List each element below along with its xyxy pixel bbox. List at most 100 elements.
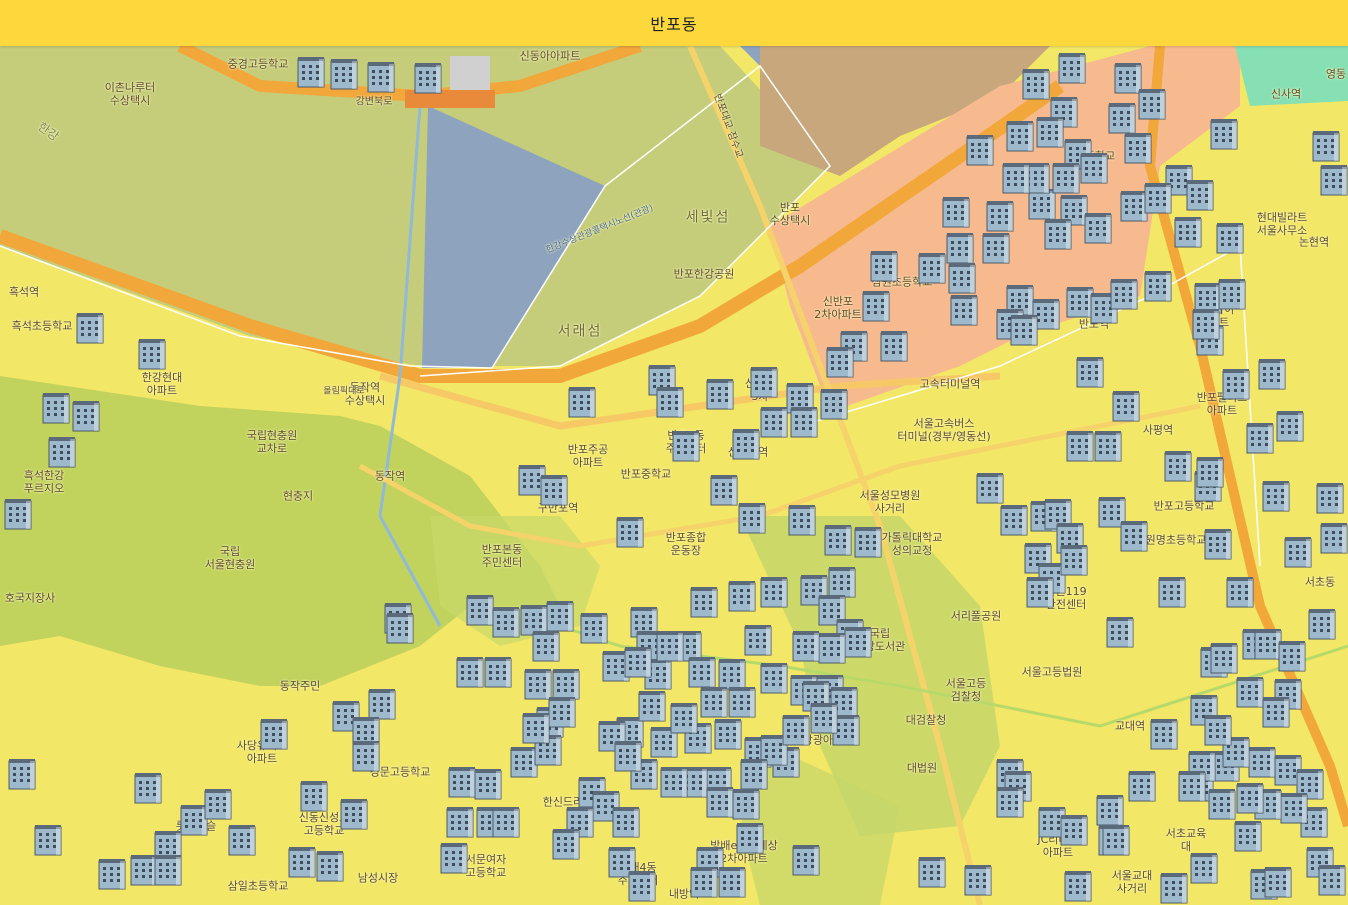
apartment-building-icon[interactable] [1320,522,1348,554]
apartment-building-icon[interactable] [1190,852,1218,884]
apartment-building-icon[interactable] [732,788,760,820]
apartment-building-icon[interactable] [638,690,666,722]
apartment-building-icon[interactable] [706,786,734,818]
apartment-building-icon[interactable] [204,788,232,820]
apartment-building-icon[interactable] [1216,222,1244,254]
apartment-building-icon[interactable] [300,780,328,812]
apartment-building-icon[interactable] [732,428,760,460]
apartment-building-icon[interactable] [624,646,652,678]
apartment-building-icon[interactable] [568,386,596,418]
apartment-building-icon[interactable] [1000,504,1028,536]
apartment-building-icon[interactable] [728,580,756,612]
apartment-building-icon[interactable] [1222,368,1250,400]
apartment-building-icon[interactable] [1164,450,1192,482]
apartment-building-icon[interactable] [580,612,608,644]
apartment-building-icon[interactable] [48,436,76,468]
apartment-building-icon[interactable] [1236,782,1264,814]
apartment-building-icon[interactable] [260,718,288,750]
apartment-building-icon[interactable] [788,504,816,536]
apartment-building-icon[interactable] [820,388,848,420]
apartment-building-icon[interactable] [1096,794,1124,826]
apartment-building-icon[interactable] [1138,88,1166,120]
apartment-building-icon[interactable] [718,866,746,898]
apartment-building-icon[interactable] [1276,410,1304,442]
apartment-building-icon[interactable] [440,842,468,874]
apartment-building-icon[interactable] [1196,456,1224,488]
apartment-building-icon[interactable] [297,56,325,88]
apartment-building-icon[interactable] [736,822,764,854]
apartment-building-icon[interactable] [1052,162,1080,194]
apartment-building-icon[interactable] [942,196,970,228]
apartment-building-icon[interactable] [1128,770,1156,802]
apartment-building-icon[interactable] [760,406,788,438]
apartment-building-icon[interactable] [288,846,316,878]
apartment-building-icon[interactable] [76,312,104,344]
apartment-building-icon[interactable] [950,294,978,326]
apartment-building-icon[interactable] [1144,182,1172,214]
apartment-building-icon[interactable] [552,828,580,860]
apartment-building-icon[interactable] [367,61,395,93]
apartment-building-icon[interactable] [740,758,768,790]
apartment-building-icon[interactable] [546,600,574,632]
apartment-building-icon[interactable] [386,612,414,644]
apartment-building-icon[interactable] [918,856,946,888]
apartment-building-icon[interactable] [1002,162,1030,194]
apartment-building-icon[interactable] [614,740,642,772]
apartment-building-icon[interactable] [1084,212,1112,244]
apartment-building-icon[interactable] [760,662,788,694]
apartment-building-icon[interactable] [316,850,344,882]
map-canvas[interactable]: 중경고등학교 신동아아파트 이촌나루터 수상택시 한강 강변북로 반포대교 잠수… [0,46,1348,905]
apartment-building-icon[interactable] [1076,356,1104,388]
apartment-building-icon[interactable] [1204,714,1232,746]
apartment-building-icon[interactable] [982,232,1010,264]
apartment-building-icon[interactable] [948,262,976,294]
apartment-building-icon[interactable] [1210,642,1238,674]
apartment-building-icon[interactable] [1112,390,1140,422]
apartment-building-icon[interactable] [790,406,818,438]
apartment-building-icon[interactable] [98,858,126,890]
apartment-building-icon[interactable] [1150,718,1178,750]
apartment-building-icon[interactable] [34,824,62,856]
apartment-building-icon[interactable] [1210,118,1238,150]
apartment-building-icon[interactable] [540,474,568,506]
apartment-building-icon[interactable] [1022,68,1050,100]
apartment-building-icon[interactable] [986,200,1014,232]
apartment-building-icon[interactable] [414,62,442,94]
apartment-building-icon[interactable] [492,606,520,638]
apartment-building-icon[interactable] [1060,814,1088,846]
apartment-building-icon[interactable] [1058,52,1086,84]
apartment-building-icon[interactable] [750,366,778,398]
apartment-building-icon[interactable] [1106,616,1134,648]
apartment-building-icon[interactable] [1060,544,1088,576]
apartment-building-icon[interactable] [818,632,846,664]
apartment-building-icon[interactable] [1280,792,1308,824]
apartment-building-icon[interactable] [72,400,100,432]
apartment-building-icon[interactable] [1160,872,1188,904]
apartment-building-icon[interactable] [1246,422,1274,454]
apartment-building-icon[interactable] [616,516,644,548]
apartment-building-icon[interactable] [738,502,766,534]
apartment-building-icon[interactable] [1044,218,1072,250]
apartment-building-icon[interactable] [1120,520,1148,552]
apartment-building-icon[interactable] [1312,130,1340,162]
apartment-building-icon[interactable] [1308,608,1336,640]
apartment-building-icon[interactable] [656,630,684,662]
apartment-building-icon[interactable] [656,386,684,418]
apartment-building-icon[interactable] [1226,576,1254,608]
apartment-building-icon[interactable] [456,656,484,688]
apartment-building-icon[interactable] [340,798,368,830]
apartment-building-icon[interactable] [1192,308,1220,340]
apartment-building-icon[interactable] [792,630,820,662]
apartment-building-icon[interactable] [228,824,256,856]
apartment-building-icon[interactable] [352,740,380,772]
apartment-building-icon[interactable] [1320,164,1348,196]
apartment-building-icon[interactable] [1262,696,1290,728]
apartment-building-icon[interactable] [1262,480,1290,512]
apartment-building-icon[interactable] [1234,820,1262,852]
apartment-building-icon[interactable] [1006,120,1034,152]
apartment-building-icon[interactable] [484,656,512,688]
apartment-building-icon[interactable] [782,714,810,746]
apartment-building-icon[interactable] [1186,179,1214,211]
apartment-building-icon[interactable] [690,866,718,898]
apartment-building-icon[interactable] [1208,788,1236,820]
